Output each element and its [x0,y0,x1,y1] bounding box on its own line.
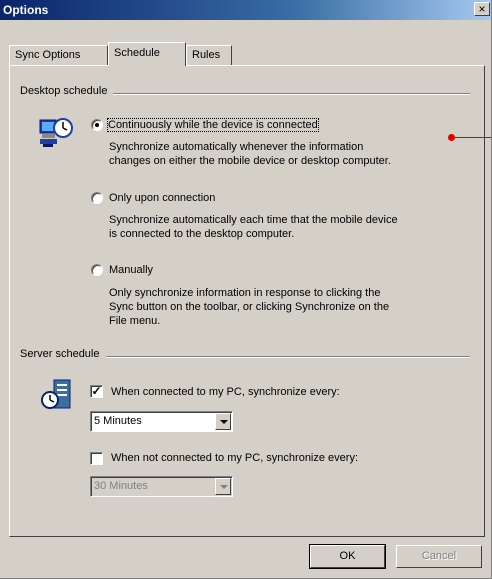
description-line: Synchronize automatically whenever the i… [109,141,364,153]
description-line: is connected to the desktop computer. [109,228,295,240]
desktop-schedule-heading: Desktop schedule [20,85,114,97]
checkbox-when-not-connected[interactable] [90,452,103,465]
radio-continuously[interactable] [91,119,103,131]
close-button[interactable]: × [474,2,490,16]
description-line: Sync button on the toolbar, or clicking … [109,301,390,313]
select-not-connected-interval[interactable]: 30 Minutes [90,476,233,497]
server-sync-icon [41,379,71,409]
radio-only-upon-connection[interactable] [91,192,103,204]
option-label-only-upon-connection[interactable]: Only upon connection [109,192,215,204]
description-line: Only synchronize information in response… [109,287,381,299]
tab-label: Rules [192,49,221,61]
close-icon: × [478,2,486,16]
options-dialog: Options × Sync Options Schedule Rules De… [0,0,492,579]
description-line: Synchronize automatically each time that… [109,214,398,226]
select-value: 30 Minutes [94,480,148,492]
tab-sync-options[interactable]: Sync Options [9,45,108,66]
server-schedule-heading: Server schedule [20,348,106,360]
ok-button[interactable]: OK [309,544,386,569]
radio-manually[interactable] [91,264,103,276]
option-label-continuously[interactable]: Continuously while the device is connect… [107,118,319,132]
option-label-manually[interactable]: Manually [109,264,153,276]
cancel-button[interactable]: Cancel [396,545,482,568]
option-description: Synchronize automatically each time that… [109,213,398,241]
label-when-not-connected[interactable]: When not connected to my PC, synchronize… [111,452,358,464]
label-when-connected[interactable]: When connected to my PC, synchronize eve… [111,386,340,398]
chevron-down-icon[interactable] [215,413,231,430]
tab-label: Schedule [114,47,160,59]
annotation-dot [448,134,455,141]
select-value: 5 Minutes [94,415,142,427]
chevron-down-icon[interactable] [215,478,231,495]
checkbox-when-connected[interactable]: ✓ [90,385,103,398]
tab-schedule[interactable]: Schedule [108,42,186,66]
option-description: Synchronize automatically whenever the i… [109,140,391,168]
tab-label: Sync Options [15,49,81,61]
ok-label: OK [339,550,356,562]
annotation-line [455,137,491,138]
select-connected-interval[interactable]: 5 Minutes [90,411,233,432]
description-line: changes on either the mobile device or d… [109,155,391,167]
description-line: File menu. [109,315,161,327]
window-title: Options [3,3,49,17]
cancel-label: Cancel [421,550,457,562]
tab-rules[interactable]: Rules [186,45,232,66]
desktop-sync-icon [39,118,73,147]
title-bar[interactable]: Options × [0,0,491,20]
option-description: Only synchronize information in response… [109,286,389,328]
